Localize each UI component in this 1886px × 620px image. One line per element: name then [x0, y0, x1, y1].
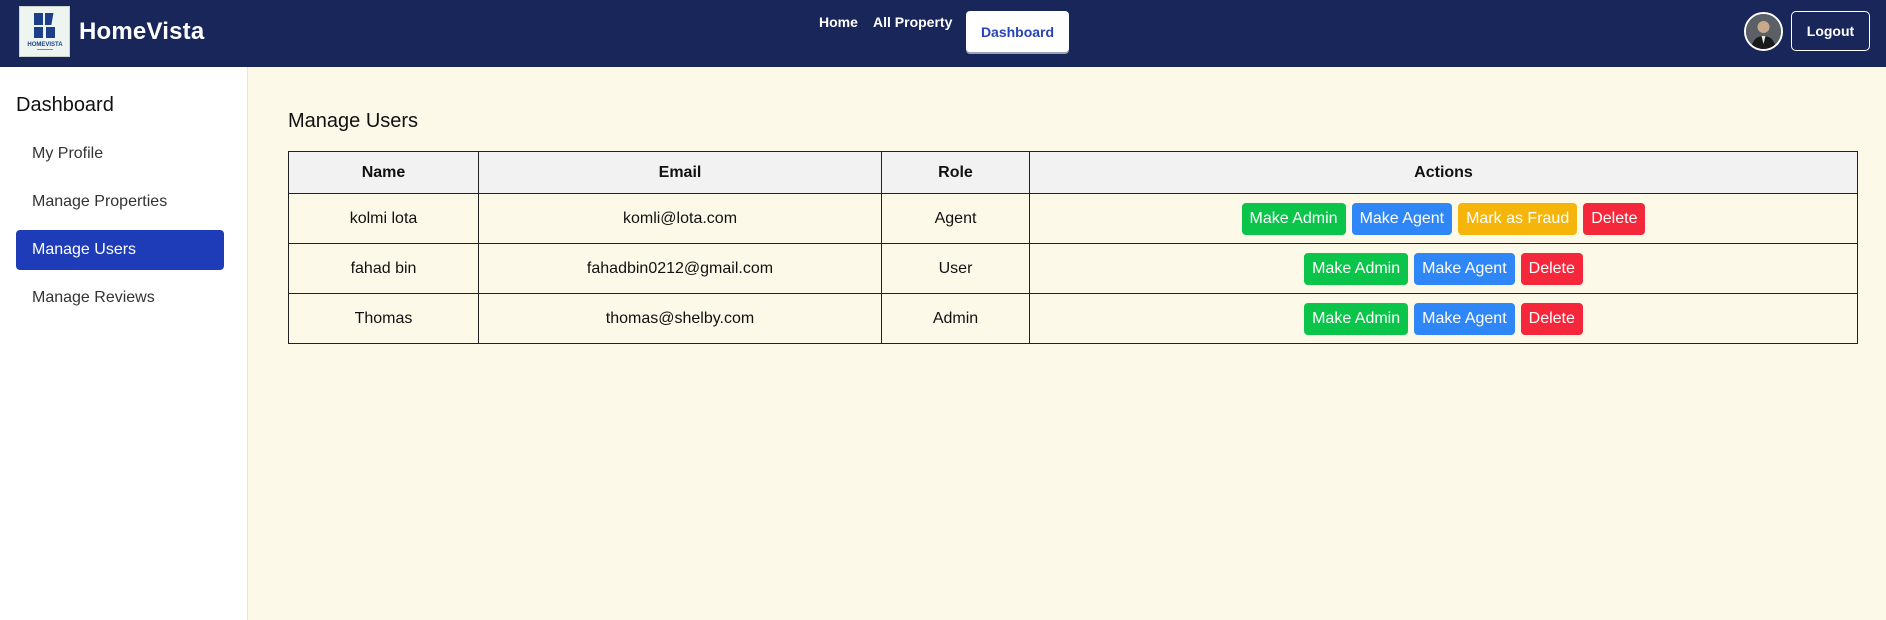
make-admin-button[interactable]: Make Admin	[1304, 302, 1409, 335]
users-table: Name Email Role Actions kolmi lota komli…	[288, 151, 1858, 344]
cell-email: thomas@shelby.com	[478, 293, 882, 344]
header-name: Name	[288, 151, 479, 194]
brand[interactable]: HOMEVISTA HomeVista	[19, 6, 204, 57]
table-row: kolmi lota komli@lota.com Agent Make Adm…	[288, 193, 1858, 244]
nav-all-property-link[interactable]: All Property	[873, 14, 952, 30]
user-avatar[interactable]	[1744, 12, 1783, 51]
brand-name: HomeVista	[79, 17, 205, 45]
mark-as-fraud-button[interactable]: Mark as Fraud	[1458, 202, 1578, 235]
cell-email: komli@lota.com	[478, 193, 882, 244]
sidebar-title: Dashboard	[16, 94, 114, 116]
table-header-row: Name Email Role Actions	[288, 151, 1858, 194]
header-role: Role	[881, 151, 1030, 194]
page-title: Manage Users	[288, 110, 419, 132]
delete-button[interactable]: Delete	[1520, 252, 1583, 285]
cell-actions: Make Admin Make Agent Delete	[1029, 243, 1858, 294]
cell-email: fahadbin0212@gmail.com	[478, 243, 882, 294]
delete-button[interactable]: Delete	[1520, 302, 1583, 335]
cell-name: kolmi lota	[288, 193, 479, 244]
table-row: fahad bin fahadbin0212@gmail.com User Ma…	[288, 243, 1858, 294]
header-email: Email	[478, 151, 882, 194]
cell-actions: Make Admin Make Agent Delete	[1029, 293, 1858, 344]
cell-name: fahad bin	[288, 243, 479, 294]
nav-dashboard-button[interactable]: Dashboard	[966, 11, 1069, 52]
cell-role: Admin	[881, 293, 1030, 344]
make-agent-button[interactable]: Make Agent	[1414, 302, 1515, 335]
make-admin-button[interactable]: Make Admin	[1241, 202, 1346, 235]
make-agent-button[interactable]: Make Agent	[1351, 202, 1453, 235]
top-navbar: HOMEVISTA HomeVista Home All Property Da…	[0, 0, 1886, 67]
make-agent-button[interactable]: Make Agent	[1414, 252, 1515, 285]
sidebar-item-manage-users[interactable]: Manage Users	[16, 230, 224, 270]
delete-button[interactable]: Delete	[1583, 202, 1646, 235]
header-actions: Actions	[1029, 151, 1858, 194]
sidebar: Dashboard My Profile Manage Properties M…	[0, 67, 248, 620]
svg-text:HOMEVISTA: HOMEVISTA	[27, 42, 63, 48]
cell-role: Agent	[881, 193, 1030, 244]
homevista-logo: HOMEVISTA	[19, 6, 70, 57]
table-row: Thomas thomas@shelby.com Admin Make Admi…	[288, 293, 1858, 344]
cell-name: Thomas	[288, 293, 479, 344]
sidebar-item-my-profile[interactable]: My Profile	[16, 134, 224, 174]
cell-actions: Make Admin Make Agent Mark as Fraud Delete	[1029, 193, 1858, 244]
make-admin-button[interactable]: Make Admin	[1304, 252, 1409, 285]
logout-button[interactable]: Logout	[1791, 11, 1870, 51]
nav-home-link[interactable]: Home	[819, 14, 858, 30]
sidebar-item-manage-properties[interactable]: Manage Properties	[16, 182, 224, 222]
sidebar-item-manage-reviews[interactable]: Manage Reviews	[16, 278, 224, 318]
cell-role: User	[881, 243, 1030, 294]
